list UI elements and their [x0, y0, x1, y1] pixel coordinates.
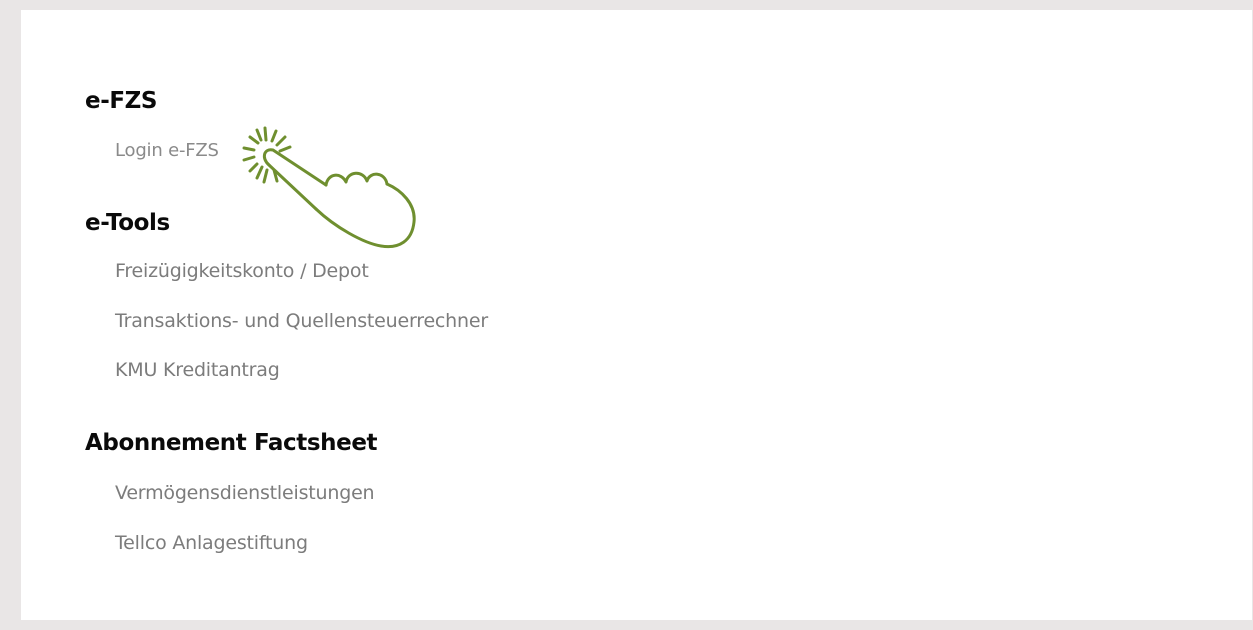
section-title-efzs: e-FZS	[85, 88, 158, 114]
link-list: e-FZS Login e-FZS e-Tools Freizügigkeits…	[22, 10, 1252, 620]
content-panel: e-FZS Login e-FZS e-Tools Freizügigkeits…	[12, 10, 1252, 620]
section-title-abonnement-factsheet: Abonnement Factsheet	[85, 430, 378, 456]
section-title-etools: e-Tools	[85, 210, 170, 236]
link-transaktions-quellensteuerrechner[interactable]: Transaktions- und Quellensteuerrechner	[115, 310, 488, 332]
link-kmu-kreditantrag[interactable]: KMU Kreditantrag	[115, 359, 280, 381]
link-login-efzs[interactable]: Login e-FZS	[115, 140, 219, 161]
link-freizuegigkeitskonto-depot[interactable]: Freizügigkeitskonto / Depot	[115, 260, 369, 282]
link-vermoegensdienstleistungen[interactable]: Vermögensdienstleistungen	[115, 482, 375, 504]
link-tellco-anlagestiftung[interactable]: Tellco Anlagestiftung	[115, 532, 308, 554]
